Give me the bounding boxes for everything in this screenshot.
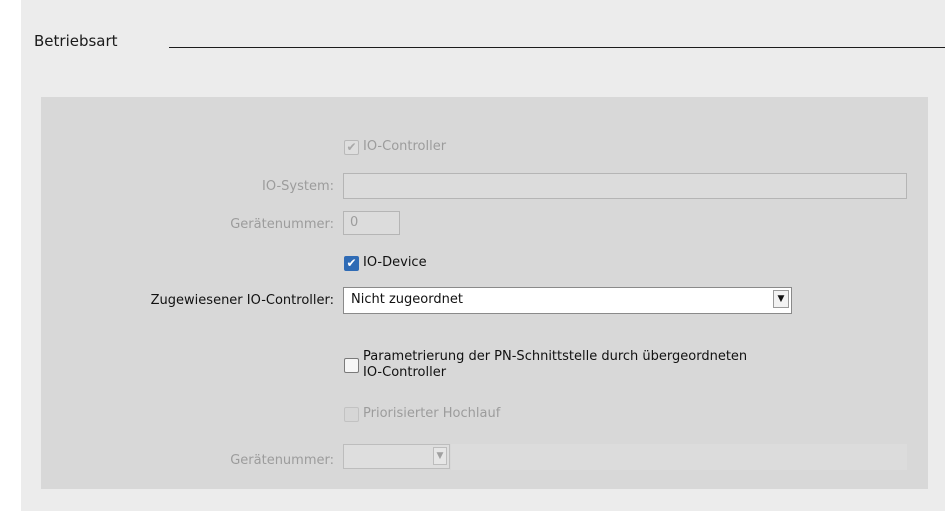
io-system-label: IO-System:: [262, 179, 334, 194]
io-controller-label: IO-Controller: [363, 139, 447, 154]
checkmark-icon: ✔: [346, 256, 357, 270]
prioritized-startup-label: Priorisierter Hochlauf: [363, 406, 501, 421]
device-number-2-strip: [451, 444, 907, 470]
assigned-controller-label: Zugewiesener IO-Controller:: [150, 293, 334, 308]
chevron-down-icon: ▼: [433, 447, 447, 465]
section-header: Betriebsart: [34, 30, 945, 58]
parametrization-label-line1: Parametrierung der PN-Schnittstelle durc…: [363, 349, 748, 364]
parametrization-option[interactable]: Parametrierung der PN-Schnittstelle durc…: [344, 349, 747, 381]
section-divider: [169, 47, 945, 48]
device-number-2-dropdown: ▼: [343, 444, 450, 469]
device-number-label: Gerätenummer:: [230, 217, 334, 232]
properties-area: Betriebsart ✔ IO-Controller IO-System: G…: [21, 0, 945, 511]
operating-mode-panel: ✔ IO-Controller IO-System: Gerätenummer:…: [41, 97, 928, 489]
io-controller-checkbox: ✔: [344, 139, 359, 155]
io-controller-option: ✔ IO-Controller: [344, 139, 446, 155]
io-device-option[interactable]: ✔ IO-Device: [344, 255, 427, 271]
checkmark-icon: ✔: [346, 140, 357, 154]
parametrization-checkbox[interactable]: [344, 358, 359, 373]
io-system-field: [343, 173, 907, 199]
chevron-down-icon[interactable]: ▼: [773, 290, 789, 308]
assigned-controller-value: Nicht zugeordnet: [351, 292, 463, 307]
io-device-label: IO-Device: [363, 255, 427, 270]
parametrization-label-line2: IO-Controller: [363, 365, 447, 380]
device-number-field: 0: [343, 211, 400, 235]
prioritized-startup-option: Priorisierter Hochlauf: [344, 406, 500, 422]
io-device-checkbox[interactable]: ✔: [344, 255, 359, 271]
device-number-2-label: Gerätenummer:: [230, 453, 334, 468]
prioritized-startup-checkbox: [344, 406, 359, 422]
section-title: Betriebsart: [34, 32, 118, 50]
assigned-controller-dropdown[interactable]: Nicht zugeordnet ▼: [343, 287, 792, 314]
